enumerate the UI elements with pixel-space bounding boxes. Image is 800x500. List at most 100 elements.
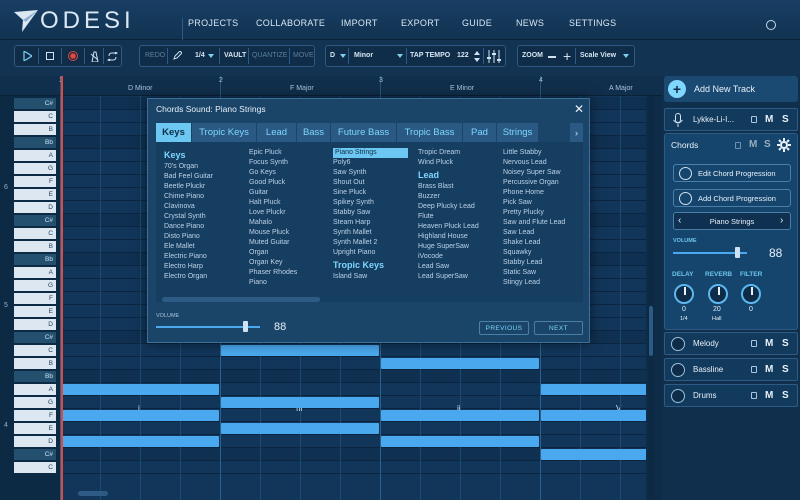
lock-icon[interactable] xyxy=(751,340,757,347)
nav-news[interactable]: NEWS xyxy=(516,18,544,28)
sound-item[interactable]: Organ Key xyxy=(249,258,297,268)
piano-key[interactable]: E xyxy=(14,306,56,317)
mute-button[interactable]: M xyxy=(765,338,773,349)
piano-key[interactable]: F xyxy=(14,410,56,421)
vertical-scrollbar[interactable] xyxy=(648,96,654,500)
sound-item[interactable]: Shake Lead xyxy=(503,238,565,248)
chord-note[interactable] xyxy=(381,358,539,369)
zoom-out-icon[interactable] xyxy=(548,56,556,58)
mute-button[interactable]: M xyxy=(749,139,757,150)
sound-item[interactable]: Steam Harp xyxy=(333,218,408,228)
piano-key[interactable]: C# xyxy=(14,449,56,460)
lock-icon[interactable] xyxy=(751,392,757,399)
sound-item[interactable]: Huge SuperSaw xyxy=(418,242,479,252)
piano-key[interactable]: C xyxy=(14,345,56,356)
tap-tempo-button[interactable]: TAP TEMPO xyxy=(410,52,450,59)
piano-key[interactable]: D xyxy=(14,436,56,447)
solo-button[interactable]: S xyxy=(764,139,771,150)
sound-item[interactable]: Sine Pluck xyxy=(333,188,408,198)
sound-item[interactable]: Flute xyxy=(418,212,479,222)
previous-button[interactable]: PREVIOUS xyxy=(479,321,529,335)
track-row-melody[interactable]: Melody M S xyxy=(664,332,798,355)
sound-item[interactable]: Island Saw xyxy=(333,272,408,282)
tab-lead[interactable]: Lead xyxy=(257,123,296,142)
redo-button[interactable]: REDO xyxy=(145,52,165,59)
chevron-right-icon[interactable]: › xyxy=(780,215,783,226)
track-row-bassline[interactable]: Bassline M S xyxy=(664,358,798,381)
sound-item[interactable]: Spikey Synth xyxy=(333,198,408,208)
sound-item[interactable]: Mouse Pluck xyxy=(249,228,297,238)
sound-item[interactable]: Synth Mallet xyxy=(333,228,408,238)
record-button[interactable] xyxy=(64,48,82,64)
tab-future-bass[interactable]: Future Bass xyxy=(331,123,396,142)
scrollbar-thumb[interactable] xyxy=(649,306,653,356)
mute-button[interactable]: M xyxy=(765,364,773,375)
piano-key[interactable]: C# xyxy=(14,98,56,109)
nav-export[interactable]: EXPORT xyxy=(401,18,440,28)
playhead[interactable] xyxy=(61,76,63,500)
sound-item[interactable]: Wind Pluck xyxy=(418,158,479,168)
key-select[interactable]: D xyxy=(330,52,335,59)
sound-item[interactable]: Crystal Synth xyxy=(164,212,213,222)
sound-item[interactable]: Epic Pluck xyxy=(249,148,297,158)
sound-item[interactable]: Upright Piano xyxy=(333,248,408,258)
move-button[interactable]: MOVE xyxy=(293,52,314,59)
sound-item[interactable]: Shout Out xyxy=(333,178,408,188)
sound-item[interactable]: Bad Feel Guitar xyxy=(164,172,213,182)
chord-note[interactable] xyxy=(541,384,646,395)
delay-sub-select[interactable]: 1/4 xyxy=(680,316,688,322)
sound-item[interactable]: Pretty Plucky xyxy=(503,208,565,218)
horizontal-scrollbar-thumb[interactable] xyxy=(78,491,108,496)
tab-tropic-keys[interactable]: Tropic Keys xyxy=(192,123,256,142)
solo-button[interactable]: S xyxy=(782,364,789,375)
mixer-sliders-icon[interactable] xyxy=(487,50,501,63)
chat-icon[interactable] xyxy=(766,20,776,30)
loop-button[interactable] xyxy=(104,48,121,64)
nav-settings[interactable]: SETTINGS xyxy=(569,18,616,28)
stop-button[interactable] xyxy=(41,48,59,64)
sound-item[interactable]: Stabby Saw xyxy=(333,208,408,218)
view-select[interactable]: Scale View xyxy=(580,52,616,59)
volume-slider-thumb[interactable] xyxy=(242,321,248,332)
piano-key[interactable]: F xyxy=(14,293,56,304)
sound-item[interactable]: Tropic Dream xyxy=(418,148,479,158)
tab-strings[interactable]: Strings xyxy=(497,123,538,142)
chord-note[interactable] xyxy=(221,397,379,408)
piano-key[interactable]: Bb xyxy=(14,371,56,382)
sound-item[interactable]: Organ xyxy=(249,248,297,258)
sound-item[interactable]: Saw Synth xyxy=(333,168,408,178)
add-new-track-button[interactable]: + Add New Track xyxy=(664,76,798,102)
lock-icon[interactable] xyxy=(751,366,757,373)
lock-icon[interactable] xyxy=(751,116,757,123)
track-row-vocal[interactable]: Lykke-Li-I... M S xyxy=(664,108,798,131)
piano-key[interactable]: C xyxy=(14,228,56,239)
piano-key[interactable]: A xyxy=(14,150,56,161)
sound-list-scrollbar[interactable] xyxy=(162,297,320,302)
sound-item[interactable]: Ele Mallet xyxy=(164,242,213,252)
nav-projects[interactable]: PROJECTS xyxy=(188,18,238,28)
sound-item[interactable]: Synth Mallet 2 xyxy=(333,238,408,248)
sound-item[interactable]: Muted Guitar xyxy=(249,238,297,248)
tab-bass[interactable]: Bass xyxy=(297,123,330,142)
piano-key[interactable]: B xyxy=(14,241,56,252)
volume-slider-thumb[interactable] xyxy=(735,247,741,258)
sound-item[interactable]: Lead SuperSaw xyxy=(418,272,479,282)
sound-item[interactable]: Buzzer xyxy=(418,192,479,202)
chord-note[interactable] xyxy=(61,384,219,395)
piano-key[interactable]: C# xyxy=(14,215,56,226)
vault-button[interactable]: VAULT xyxy=(224,52,246,59)
chord-note[interactable] xyxy=(61,436,219,447)
sound-item[interactable]: Percussive Organ xyxy=(503,178,565,188)
piano-key[interactable]: B xyxy=(14,124,56,135)
sound-item[interactable]: Deep Plucky Lead xyxy=(418,202,479,212)
lock-icon[interactable] xyxy=(735,142,741,149)
add-chord-progression-button[interactable]: Add Chord Progression xyxy=(673,189,791,207)
piano-key[interactable]: C xyxy=(14,111,56,122)
track-row-drums[interactable]: Drums M S xyxy=(664,384,798,407)
sound-item[interactable]: Stingy Lead xyxy=(503,278,565,288)
sound-item[interactable]: iVocode xyxy=(418,252,479,262)
sound-item[interactable]: Lead Saw xyxy=(418,262,479,272)
sound-item[interactable]: Clavinova xyxy=(164,202,213,212)
tempo-value[interactable]: 122 xyxy=(457,52,469,59)
sound-item[interactable]: Halt Pluck xyxy=(249,198,297,208)
